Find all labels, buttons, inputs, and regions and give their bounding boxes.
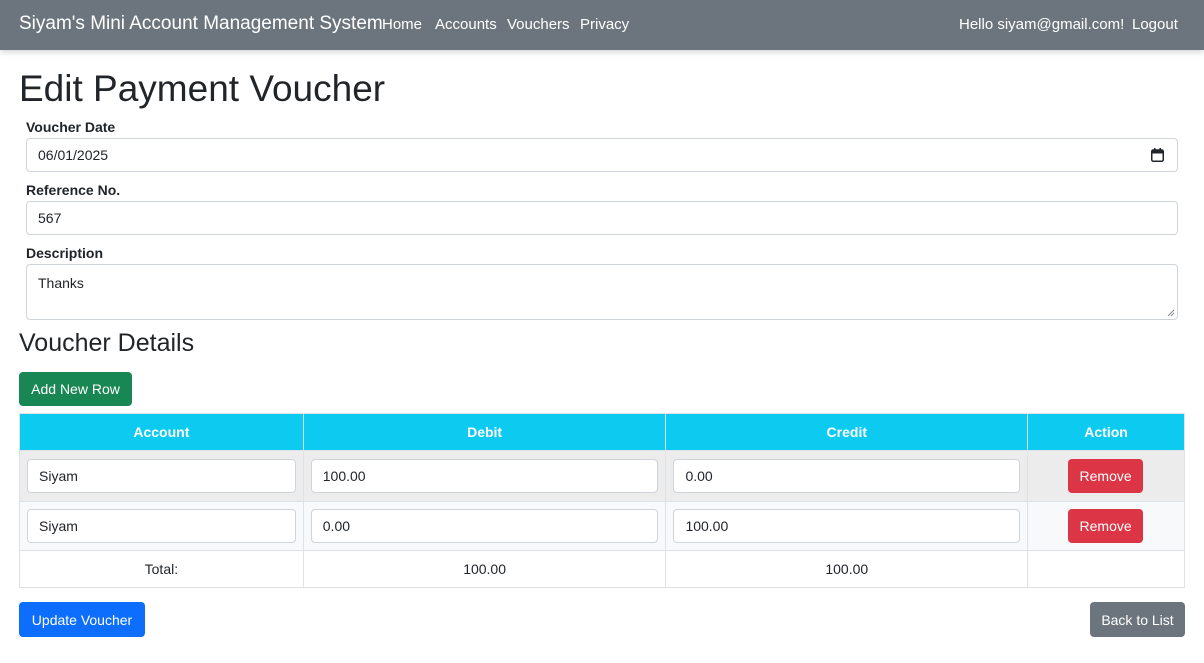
credit-input[interactable]: 0.00 [673,459,1021,493]
update-voucher-button[interactable]: Update Voucher [19,602,145,637]
description-textarea[interactable]: Thanks [26,264,1178,320]
account-input[interactable]: Siyam [27,509,296,543]
column-header-credit: Credit [665,413,1029,451]
voucher-date-value: 06/01/2025 [38,147,109,163]
total-credit: 100.00 [665,550,1029,588]
page-title: Edit Payment Voucher [19,68,386,109]
voucher-date-input[interactable]: 06/01/2025 [26,138,1178,172]
total-action-empty [1027,550,1185,588]
top-navbar: Siyam's Mini Account Management System H… [0,0,1204,50]
app-brand[interactable]: Siyam's Mini Account Management System [19,13,383,35]
voucher-details-title: Voucher Details [19,329,195,357]
table-header-row: Account Debit Credit Action [19,413,1185,451]
add-new-row-button[interactable]: Add New Row [19,372,132,406]
total-label: Total: [19,550,304,588]
description-value: Thanks [38,275,84,291]
debit-input[interactable]: 0.00 [310,509,658,543]
nav-link-home[interactable]: Home [382,16,422,33]
nav-link-privacy[interactable]: Privacy [580,16,629,33]
resize-grip-icon[interactable] [1167,309,1175,317]
credit-input[interactable]: 100.00 [673,509,1021,543]
nav-link-vouchers[interactable]: Vouchers [507,16,570,33]
description-label: Description [26,245,104,261]
reference-no-label: Reference No. [26,182,121,198]
nav-link-accounts[interactable]: Accounts [435,16,497,33]
column-header-account: Account [19,413,304,451]
total-row: Total: 100.00 100.00 [19,550,1185,588]
back-to-list-button[interactable]: Back to List [1090,602,1185,637]
remove-row-button[interactable]: Remove [1068,459,1144,493]
column-header-debit: Debit [302,413,667,451]
reference-no-value: 567 [38,210,62,226]
column-header-action: Action [1027,413,1185,451]
reference-no-input[interactable]: 567 [26,201,1178,235]
user-greeting-link[interactable]: Hello siyam@gmail.com! [959,16,1124,33]
logout-link[interactable]: Logout [1132,16,1178,33]
table-row: Siyam 0.00 100.00 Remove [19,501,1185,551]
debit-input[interactable]: 100.00 [310,459,658,493]
voucher-details-table: Account Debit Credit Action Siyam 100.00… [19,413,1185,588]
voucher-date-label: Voucher Date [26,119,116,135]
table-row: Siyam 100.00 0.00 Remove [19,450,1185,502]
total-debit: 100.00 [302,550,667,588]
remove-row-button[interactable]: Remove [1068,509,1144,543]
calendar-icon[interactable] [1151,148,1164,162]
account-input[interactable]: Siyam [27,459,296,493]
